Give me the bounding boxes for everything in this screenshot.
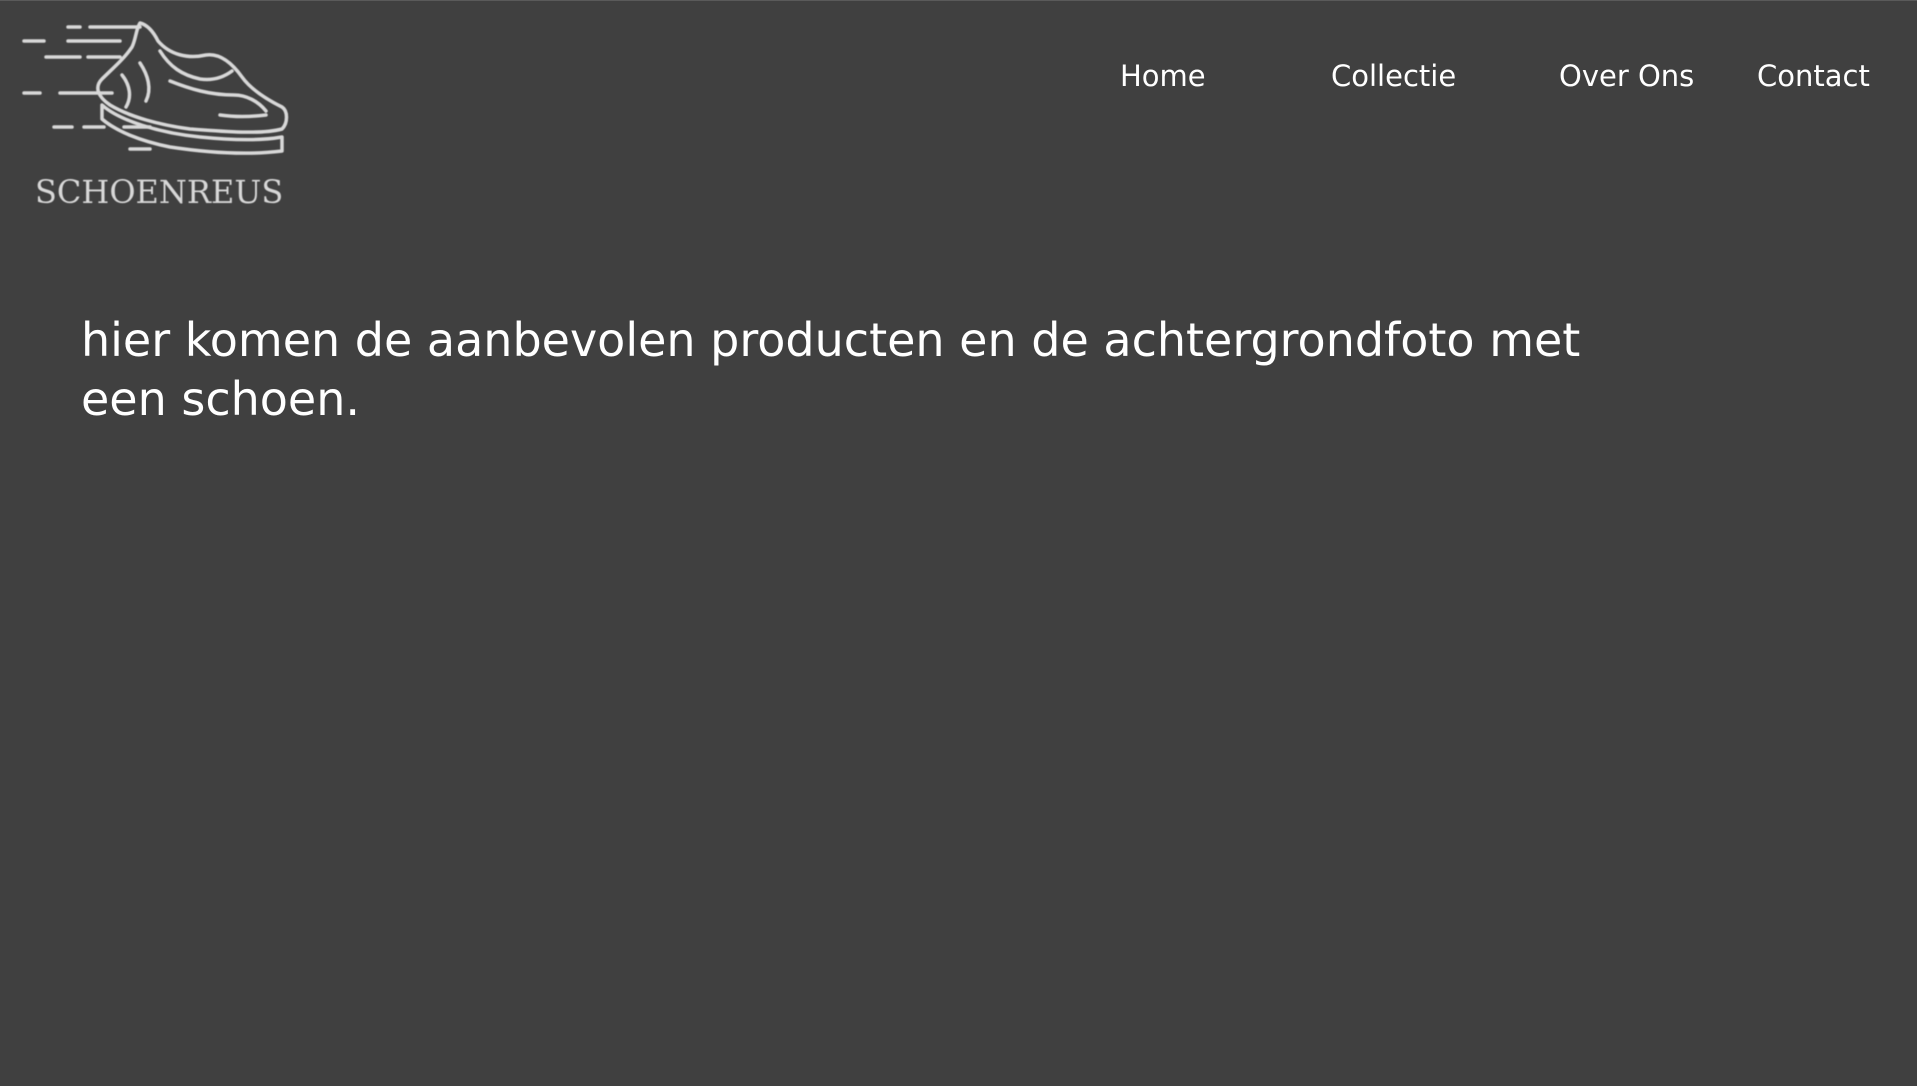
main-navigation: Home Collectie Over Ons Contact <box>0 59 1917 99</box>
site-logo[interactable]: SCHOENREUS <box>20 19 290 219</box>
page: SCHOENREUS Home Collectie Over Ons Conta… <box>0 0 1917 1086</box>
nav-item-collectie[interactable]: Collectie <box>1331 59 1456 93</box>
nav-item-over-ons[interactable]: Over Ons <box>1559 59 1694 93</box>
hero-placeholder-text: hier komen de aanbevolen producten en de… <box>81 313 1581 426</box>
nav-item-home[interactable]: Home <box>1120 59 1206 93</box>
brand-name: SCHOENREUS <box>35 173 284 211</box>
nav-item-contact[interactable]: Contact <box>1757 59 1870 93</box>
